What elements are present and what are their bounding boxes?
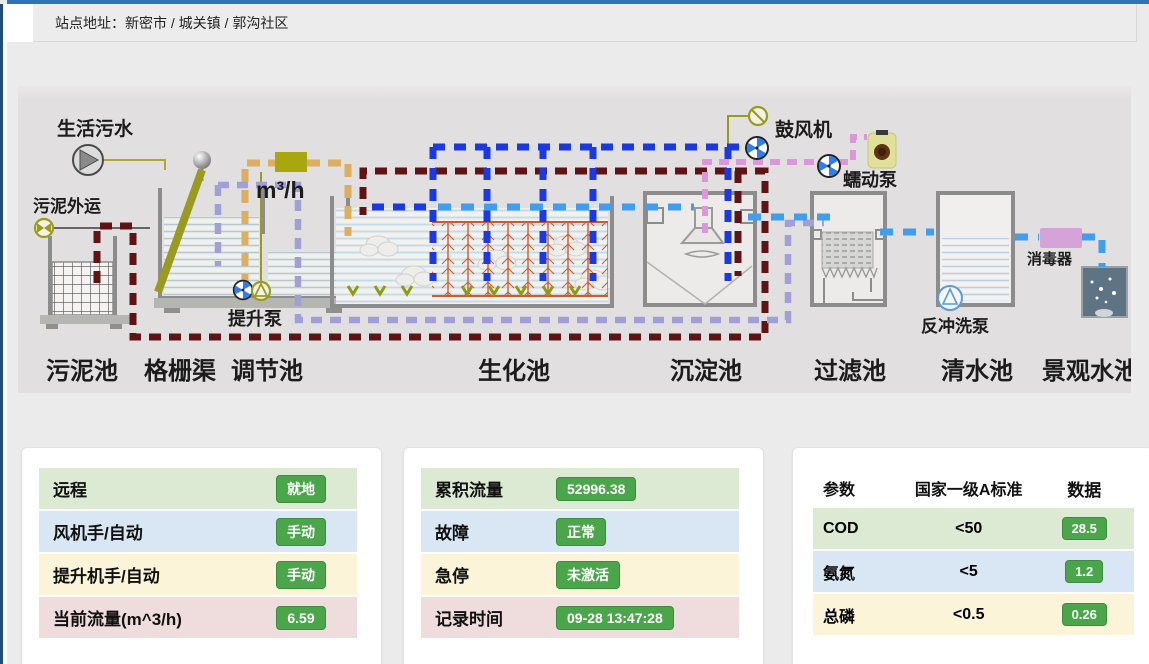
param-standard: <5 <box>903 563 1035 581</box>
metric-row: 累积流量 52996.38 <box>421 468 739 509</box>
quality-header-row: 参数 国家一级A标准 数据 <box>813 468 1134 508</box>
sludge-out-label: 污泥外运 <box>33 196 101 216</box>
clean-water-tank <box>938 193 1013 310</box>
blower-fan-2-icon <box>816 155 840 178</box>
param-name: COD <box>813 520 903 538</box>
row-label: 记录时间 <box>435 605 556 630</box>
row-label: 提升机手/自动 <box>53 562 245 587</box>
inflow-pump-icon <box>73 145 103 175</box>
metric-badge[interactable]: 09-28 13:47:28 <box>556 606 674 630</box>
sludge-tank <box>40 236 132 329</box>
metric-badge[interactable]: 未激活 <box>556 561 620 589</box>
sedimentation-tank <box>645 193 755 305</box>
tank-label-clean-water: 清水池 <box>941 358 1013 385</box>
flow-meter <box>275 152 307 172</box>
row-label: 远程 <box>53 476 245 501</box>
blower-label: 鼓风机 <box>775 118 832 141</box>
metric-badge[interactable]: 正常 <box>556 518 606 546</box>
col-header-param: 参数 <box>813 476 903 500</box>
tank-label-sedimentation: 沉淀池 <box>670 357 742 385</box>
quality-row: COD <50 28.5 <box>813 508 1134 549</box>
inflow-line <box>103 160 165 170</box>
tank-label-bio: 生化池 <box>478 357 550 385</box>
quality-row: 总磷 <0.5 0.26 <box>813 594 1134 635</box>
bio-media <box>432 222 608 296</box>
tank-label-sludge: 污泥池 <box>46 358 118 385</box>
peristaltic-pump-label: 蠕动泵 <box>843 170 897 190</box>
status-row: 提升机手/自动 手动 <box>39 554 357 595</box>
screen-drive-ball <box>193 151 211 169</box>
filter-tank <box>812 193 887 305</box>
tank-label-regulation: 调节池 <box>231 358 303 385</box>
breadcrumb: 站点地址：新密市 / 城关镇 / 郭沟社区 <box>33 4 1137 42</box>
quality-row: 氨氮 <5 1.2 <box>813 551 1134 592</box>
metric-badge[interactable]: 52996.38 <box>556 477 636 501</box>
backwash-pump-icon <box>938 286 962 310</box>
metric-row: 急停 未激活 <box>421 554 739 595</box>
backwash-pump-label: 反冲洗泵 <box>921 316 989 336</box>
process-flow-panel: 生活污水 污泥外运 提升泵 m³/h 鼓风机 蠕动泵 反冲洗泵 消毒器 污泥池 … <box>18 86 1131 393</box>
row-label: 累积流量 <box>435 476 556 501</box>
peristaltic-pump-icon <box>868 130 896 168</box>
status-badge[interactable]: 6.59 <box>276 606 325 630</box>
param-value-badge[interactable]: 28.5 <box>1062 517 1107 540</box>
row-label: 当前流量(m^3/h) <box>53 605 245 630</box>
status-badge[interactable]: 手动 <box>276 561 326 589</box>
lift-pump-valve-icon <box>252 282 270 300</box>
sterilizer-box <box>1040 228 1082 248</box>
bio-tank <box>332 196 613 306</box>
row-label: 风机手/自动 <box>53 519 245 544</box>
status-row: 风机手/自动 手动 <box>39 511 357 552</box>
param-name: 氨氮 <box>813 560 903 584</box>
status-badge[interactable]: 手动 <box>276 518 326 546</box>
param-name: 总磷 <box>813 603 903 627</box>
flow-unit-label: m³/h <box>256 177 305 203</box>
tank-label-filter: 过滤池 <box>814 358 886 385</box>
control-status-card: 远程 就地 风机手/自动 手动 提升机手/自动 手动 当前流量(m^3/h) 6… <box>21 447 382 664</box>
metric-row: 故障 正常 <box>421 511 739 552</box>
status-badge[interactable]: 就地 <box>276 475 326 503</box>
tank-label-grating: 格栅渠 <box>144 357 216 385</box>
scada-page: 站点地址：新密市 / 城关镇 / 郭沟社区 <box>0 0 1149 664</box>
blower-valve-line <box>728 116 749 146</box>
metric-row: 记录时间 09-28 13:47:28 <box>421 597 739 638</box>
top-notch <box>7 4 33 42</box>
sterilizer-label: 消毒器 <box>1027 250 1073 268</box>
left-gap <box>3 4 7 664</box>
water-quality-card: 参数 国家一级A标准 数据 COD <50 28.5 氨氮 <5 1.2 总磷 … <box>792 447 1149 664</box>
row-label: 急停 <box>435 562 556 587</box>
breadcrumb-text: 站点地址：新密市 / 城关镇 / 郭沟社区 <box>55 13 288 33</box>
metrics-card: 累积流量 52996.38 故障 正常 急停 未激活 记录时间 09-28 13… <box>403 447 764 664</box>
status-row: 当前流量(m^3/h) 6.59 <box>39 597 357 638</box>
param-standard: <0.5 <box>903 606 1035 624</box>
param-standard: <50 <box>903 520 1035 538</box>
status-row: 远程 就地 <box>39 468 357 509</box>
process-flow-diagram: 生活污水 污泥外运 提升泵 m³/h 鼓风机 蠕动泵 反冲洗泵 消毒器 污泥池 … <box>18 86 1131 393</box>
row-label: 故障 <box>435 519 556 544</box>
blower-fan-1-icon <box>744 137 768 160</box>
inflow-label: 生活污水 <box>57 117 134 140</box>
landscape-pool <box>1082 267 1127 317</box>
param-value-badge[interactable]: 1.2 <box>1065 560 1103 583</box>
param-value-badge[interactable]: 0.26 <box>1062 603 1107 626</box>
lift-pump-label: 提升泵 <box>228 308 282 329</box>
tank-label-landscape: 景观水池 <box>1042 358 1131 385</box>
blower-valve-icon <box>749 107 767 125</box>
col-header-standard: 国家一级A标准 <box>903 476 1035 500</box>
sludge-out-valve-icon <box>35 219 53 237</box>
col-header-data: 数据 <box>1034 476 1134 501</box>
